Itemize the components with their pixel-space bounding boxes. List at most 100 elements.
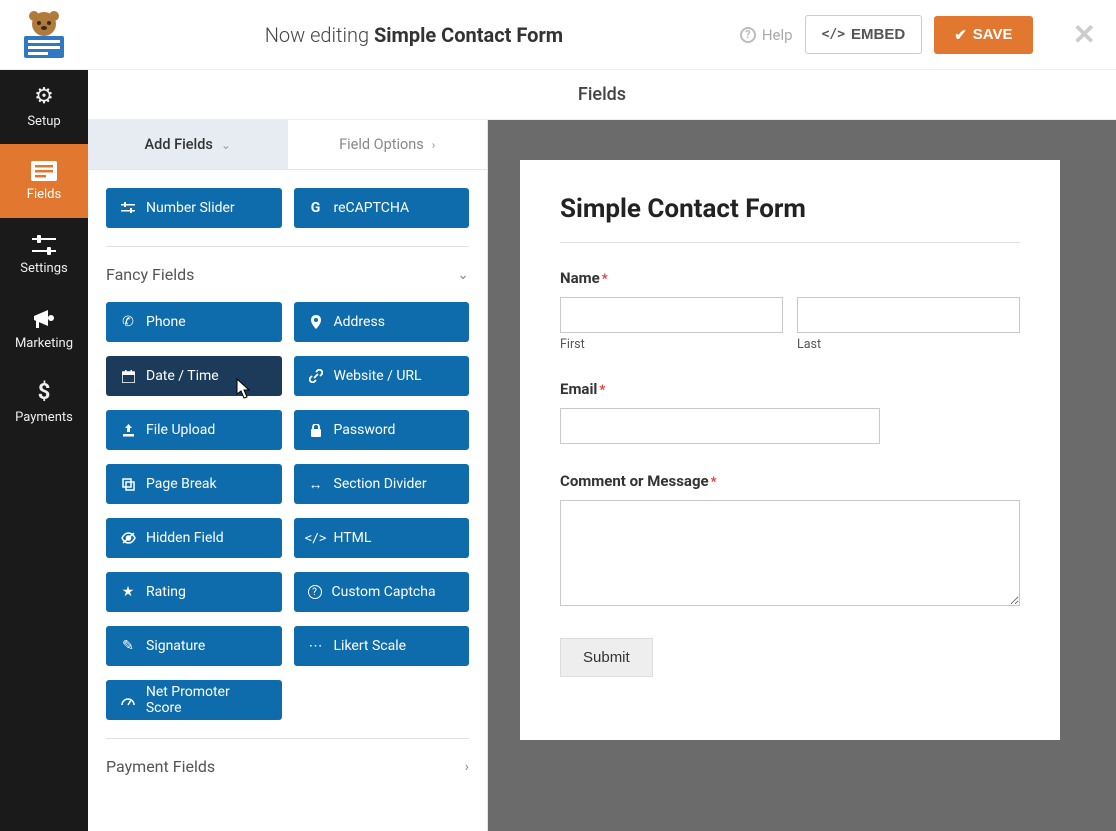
eye-slash-icon: [120, 532, 136, 544]
gauge-icon: [120, 694, 136, 706]
chevron-down-icon: ⌄: [457, 267, 469, 283]
label-text: Name: [560, 269, 600, 287]
required-asterisk: *: [711, 475, 717, 490]
divider: [560, 242, 1020, 243]
field-address[interactable]: Address: [294, 302, 470, 342]
tab-add-fields[interactable]: Add Fields ⌄: [88, 120, 288, 169]
link-icon: [308, 369, 324, 383]
lock-icon: [308, 424, 324, 437]
group-label: Payment Fields: [106, 757, 215, 776]
form-icon: [31, 161, 57, 181]
required-asterisk: *: [602, 272, 608, 287]
arrows-h-icon: ↔: [308, 476, 324, 493]
field-section-divider[interactable]: ↔ Section Divider: [294, 464, 470, 504]
first-name-input[interactable]: [560, 297, 783, 333]
field-website-url[interactable]: Website / URL: [294, 356, 470, 396]
top-bar: Now editing Simple Contact Form ? Help <…: [0, 0, 1116, 70]
field-label: Likert Scale: [334, 638, 407, 654]
field-phone[interactable]: ✆ Phone: [106, 302, 282, 342]
panel-tabs: Add Fields ⌄ Field Options ›: [88, 120, 487, 170]
tab-options-label: Field Options: [339, 136, 424, 153]
field-custom-captcha[interactable]: ? Custom Captcha: [294, 572, 470, 612]
field-hidden[interactable]: Hidden Field: [106, 518, 282, 558]
top-actions: ? Help </> EMBED ✔ SAVE ✕: [740, 15, 1096, 54]
check-icon: ✔: [954, 26, 967, 44]
nav-setup-label: Setup: [27, 114, 60, 129]
help-label: Help: [762, 26, 793, 44]
tab-add-label: Add Fields: [145, 136, 213, 153]
field-signature[interactable]: ✎ Signature: [106, 626, 282, 666]
field-label: File Upload: [146, 422, 215, 438]
field-comment[interactable]: Comment or Message*: [560, 472, 1020, 610]
form-title: Simple Contact Form: [560, 194, 1020, 224]
field-html[interactable]: </> HTML: [294, 518, 470, 558]
save-button[interactable]: ✔ SAVE: [934, 16, 1032, 54]
field-recaptcha[interactable]: G reCAPTCHA: [294, 188, 470, 228]
form-preview-area: Simple Contact Form Name* First: [488, 120, 1116, 831]
upload-icon: [120, 424, 136, 437]
tab-field-options[interactable]: Field Options ›: [288, 120, 488, 169]
nav-fields[interactable]: Fields: [0, 144, 88, 218]
comment-label: Comment or Message*: [560, 472, 1020, 490]
field-page-break[interactable]: Page Break: [106, 464, 282, 504]
label-text: Comment or Message: [560, 472, 709, 490]
form-name: Simple Contact Form: [374, 23, 563, 47]
code-icon: </>: [822, 27, 845, 42]
close-icon[interactable]: ✕: [1073, 18, 1096, 51]
nav-settings[interactable]: Settings: [0, 218, 88, 292]
nav-payments[interactable]: $ Payments: [0, 366, 88, 440]
first-sublabel: First: [560, 337, 783, 352]
embed-label: EMBED: [851, 26, 905, 43]
preview-canvas-wrap[interactable]: Simple Contact Form Name* First: [488, 120, 1116, 831]
submit-button[interactable]: Submit: [560, 638, 653, 677]
pencil-icon: ✎: [120, 638, 136, 654]
group-label: Fancy Fields: [106, 265, 194, 284]
editing-prefix: Now editing: [265, 23, 374, 47]
field-label: Custom Captcha: [332, 584, 436, 600]
form-canvas: Simple Contact Form Name* First: [520, 160, 1060, 740]
code-icon: </>: [308, 531, 324, 545]
field-nps[interactable]: Net Promoter Score: [106, 680, 282, 720]
field-label: Website / URL: [334, 368, 422, 384]
field-number-slider[interactable]: Number Slider: [106, 188, 282, 228]
nav-marketing-label: Marketing: [15, 336, 73, 351]
field-password[interactable]: Password: [294, 410, 470, 450]
nav-marketing[interactable]: Marketing: [0, 292, 88, 366]
field-date-time[interactable]: Date / Time: [106, 356, 282, 396]
name-label: Name*: [560, 269, 1020, 287]
copy-icon: [120, 478, 136, 491]
field-label: Password: [334, 422, 396, 438]
chevron-down-icon: ⌄: [221, 138, 231, 152]
last-sublabel: Last: [797, 337, 1020, 352]
field-likert[interactable]: ⋯ Likert Scale: [294, 626, 470, 666]
question-circle-icon: ?: [308, 585, 322, 599]
ellipsis-icon: ⋯: [308, 638, 324, 654]
field-email[interactable]: Email*: [560, 380, 1020, 444]
field-label: Signature: [146, 638, 205, 654]
nav-fields-label: Fields: [27, 187, 61, 202]
calendar-icon: [120, 370, 136, 383]
editing-title: Now editing Simple Contact Form: [88, 23, 740, 47]
field-name[interactable]: Name* First Last: [560, 269, 1020, 352]
bear-logo-icon: [16, 10, 72, 60]
field-rating[interactable]: ★ Rating: [106, 572, 282, 612]
field-label: Net Promoter Score: [146, 684, 268, 716]
fields-scroll[interactable]: Number Slider G reCAPTCHA Fancy Fields ⌄: [88, 170, 487, 831]
label-text: Email: [560, 380, 597, 398]
sliders-icon: [32, 235, 56, 255]
field-file-upload[interactable]: File Upload: [106, 410, 282, 450]
last-name-input[interactable]: [797, 297, 1020, 333]
chevron-right-icon: ›: [465, 759, 469, 775]
email-input[interactable]: [560, 408, 880, 444]
nav-setup[interactable]: ⚙ Setup: [0, 70, 88, 144]
nav-settings-label: Settings: [20, 261, 67, 276]
field-label: Number Slider: [146, 200, 235, 216]
field-label: Rating: [146, 584, 186, 600]
nav-payments-label: Payments: [15, 410, 73, 425]
comment-textarea[interactable]: [560, 500, 1020, 606]
embed-button[interactable]: </> EMBED: [805, 15, 923, 54]
group-payment-fields[interactable]: Payment Fields ›: [106, 757, 469, 776]
help-link[interactable]: ? Help: [740, 26, 793, 44]
group-fancy-fields[interactable]: Fancy Fields ⌄: [106, 265, 469, 284]
help-icon: ?: [740, 27, 756, 43]
